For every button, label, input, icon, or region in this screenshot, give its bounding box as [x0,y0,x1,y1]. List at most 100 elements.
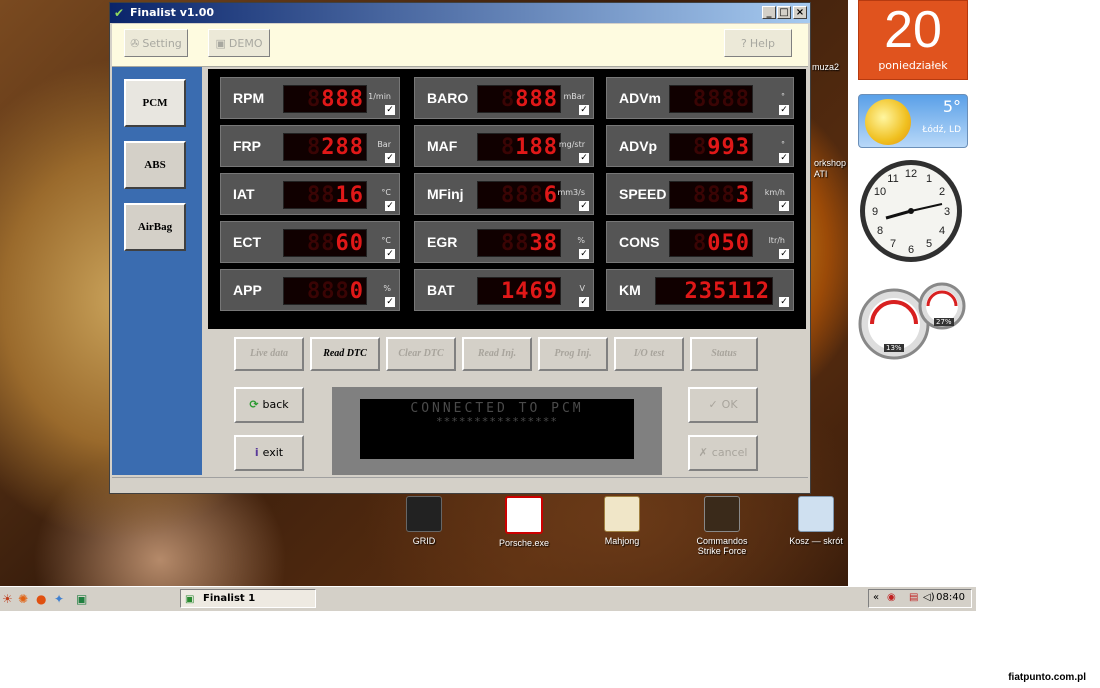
gauge-label: MAF [427,138,458,154]
minimize-button[interactable]: _ [762,6,776,19]
demo-button[interactable]: ▣ DEMO [208,29,270,57]
gauge-unit: % [383,284,391,293]
tray-expand-button[interactable]: « [873,592,879,603]
exit-icon: i [254,446,259,459]
calendar-gadget[interactable]: 20 poniedziałek [858,0,968,80]
back-button[interactable]: ⟳ back [234,387,304,423]
firefox-icon[interactable]: ● [36,592,46,606]
gauge-value: 288 [321,135,364,160]
gauge-checkbox[interactable]: ✓ [385,153,395,163]
gauge-label: EGR [427,234,458,250]
calendar-day: poniedziałek [878,59,948,72]
svg-text:1: 1 [926,173,932,185]
desktop-icon-grid[interactable]: GRID [386,496,462,546]
status-lcd: CONNECTED TO PCM **************** [360,399,634,459]
gauge-unit: ltr/h [768,236,785,245]
taskbar-finalist-button[interactable]: ▣ Finalist 1 [180,589,316,608]
gauge-label: ADVm [619,90,662,106]
taskbar: ☀ ✺ ● ✦ ▣ ▣ Finalist 1 « ◉ ▤ ◁) 08:40 [0,586,976,611]
lcd-frame: CONNECTED TO PCM **************** [332,387,662,475]
gauge-checkbox[interactable]: ✓ [779,297,789,307]
status-button[interactable]: Status [690,337,758,371]
read-dtc-button[interactable]: Read DTC [310,337,380,371]
clock-gadget[interactable]: 12 12 345 678 91011 [858,158,964,264]
gauge-checkbox[interactable]: ✓ [579,153,589,163]
maximize-button[interactable]: □ [777,6,791,19]
calendar-date: 20 [884,1,942,59]
show-desktop-icon[interactable]: ▣ [76,592,87,606]
desktop-icon-recycle-bin[interactable]: Kosz — skrót [778,496,854,546]
svg-text:4: 4 [939,225,945,237]
tray-shield-icon[interactable]: ◉ [887,592,896,603]
gauge-segment-ghost: 888 [307,279,350,304]
svg-text:8: 8 [877,225,883,237]
prog-inj-button[interactable]: Prog Inj. [538,337,608,371]
gauge-checkbox[interactable]: ✓ [579,105,589,115]
ok-button[interactable]: ✓ OK [688,387,758,423]
gauge-display: 8816 [283,181,367,209]
gauge-value: 1469 [501,279,558,304]
desktop-icon-commandos[interactable]: Commandos Strike Force [684,496,760,556]
gauge-checkbox[interactable]: ✓ [579,297,589,307]
tray-network-icon[interactable]: ▤ [909,592,918,603]
weather-gadget[interactable]: 5° Łódź, LD [858,94,968,148]
desktop-icon-workshop-ati[interactable]: orkshop ATI [814,158,848,180]
lcd-line-2: **************** [436,415,558,428]
quicklaunch-icon-1[interactable]: ☀ [2,592,13,606]
setting-button[interactable]: ✇ Setting [124,29,188,57]
gauge-checkbox[interactable]: ✓ [779,249,789,259]
gauge-display: 8838 [477,229,561,257]
refresh-icon: ⟳ [249,398,259,411]
nav-abs-button[interactable]: ABS [124,141,186,189]
gauge-display: 8888 [477,85,561,113]
quicklaunch-icon-2[interactable]: ✺ [18,592,28,606]
help-button[interactable]: ? Help [724,29,792,57]
play-icon: ▣ [215,37,226,50]
gauge-checkbox[interactable]: ✓ [579,201,589,211]
read-inj-button[interactable]: Read Inj. [462,337,532,371]
check-icon: ✓ [708,398,718,411]
taskbar-clock[interactable]: 08:40 [936,592,965,603]
desktop-icon-porsche[interactable]: Porsche.exe [486,496,562,548]
toolbar: ✇ Setting ▣ DEMO ? Help [112,24,808,67]
io-test-button[interactable]: I/O test [614,337,684,371]
status-bar [112,477,808,492]
gauge-checkbox[interactable]: ✓ [779,201,789,211]
quicklaunch-icon-4[interactable]: ✦ [54,592,64,606]
gauge-display: 8188 [477,133,561,161]
gauge-unit: mBar [563,92,585,101]
nav-pcm-button[interactable]: PCM [124,79,186,127]
live-data-button[interactable]: Live data [234,337,304,371]
cpu-meter-gadget[interactable]: 13% 27% [858,280,966,360]
gauge-value: 888 [515,87,558,112]
nav-airbag-button[interactable]: AirBag [124,203,186,251]
clear-dtc-button[interactable]: Clear DTC [386,337,456,371]
gauge-label: MFinj [427,186,464,202]
close-button[interactable]: × [793,6,807,19]
gauge-segment-ghost: 88 [307,183,336,208]
gauge-label: KM [619,282,641,298]
tray-volume-icon[interactable]: ◁) [923,592,935,603]
desktop-icon-mahjong[interactable]: Mahjong [584,496,660,546]
gauge-unit: 1/min [368,92,391,101]
gauge-segment-ghost: 8 [501,87,516,112]
gauge-label: FRP [233,138,261,154]
recycle-bin-icon [798,496,834,532]
title-bar[interactable]: ✔ Finalist v1.00 _ □ × [110,3,810,23]
gauge-checkbox[interactable]: ✓ [385,201,395,211]
lcd-line-1: CONNECTED TO PCM [410,401,584,416]
gauge-checkbox[interactable]: ✓ [385,297,395,307]
cancel-button[interactable]: ✗ cancel [688,435,758,471]
nfs-icon [505,496,543,534]
gauge-mfinj: MFinj 8886 mm3/s ✓ [414,173,594,215]
gauge-checkbox[interactable]: ✓ [385,105,395,115]
gauge-label: IAT [233,186,255,202]
exit-button[interactable]: i exit [234,435,304,471]
gauge-checkbox[interactable]: ✓ [385,249,395,259]
gauge-advm: ADVm 8888 ° ✓ [606,77,794,119]
gauge-checkbox[interactable]: ✓ [779,105,789,115]
gauge-checkbox[interactable]: ✓ [579,249,589,259]
gauge-km: KM 235112 ✓ [606,269,794,311]
desktop-icon-muza2[interactable]: muza2 [812,62,839,72]
gauge-checkbox[interactable]: ✓ [779,153,789,163]
